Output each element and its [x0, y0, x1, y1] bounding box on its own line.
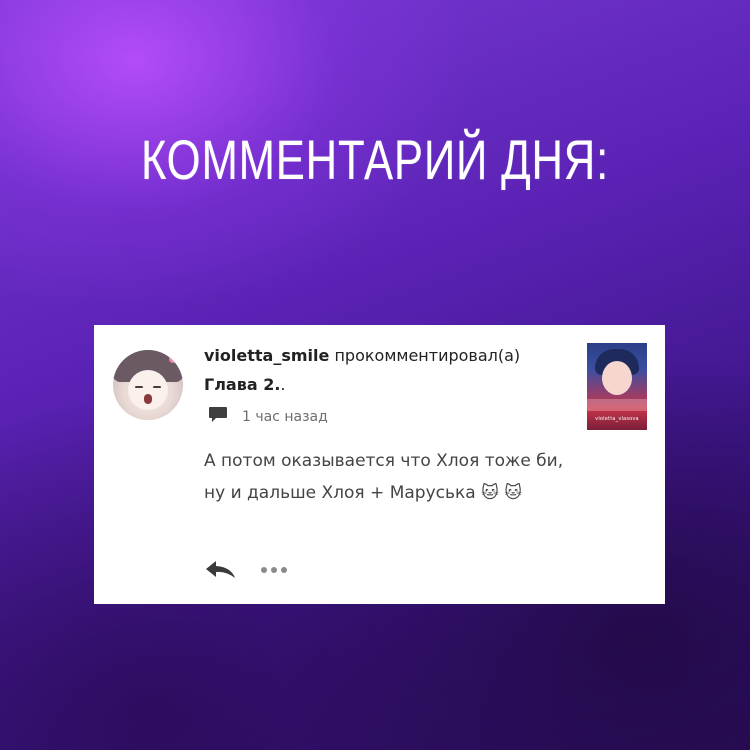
headline: КОММЕНТАРИЙ ДНЯ: [140, 128, 610, 191]
comment-text: А потом оказывается что Хлоя тоже би, ну… [204, 451, 564, 503]
chapter-suffix: . [280, 375, 286, 394]
comment-header: violetta_smile прокомментировал(а) [204, 345, 520, 367]
cover-title-band [587, 399, 647, 411]
cover-caption: violetta_vlasova [595, 416, 639, 422]
comment-actions [204, 559, 290, 581]
chapter-link[interactable]: Глава 2. [204, 375, 280, 394]
username-link[interactable]: violetta_smile [204, 346, 329, 365]
comment-action-text: прокомментировал(а) [334, 346, 521, 365]
comment-time: 1 час назад [242, 409, 328, 425]
avatar-face [128, 370, 168, 410]
chapter-line: Глава 2.. [204, 374, 286, 396]
chapter-cover-image[interactable]: violetta_vlasova [587, 343, 647, 430]
comment-card: violetta_smile прокомментировал(а) Глава… [94, 325, 665, 604]
reply-arrow-icon[interactable] [204, 559, 238, 581]
avatar[interactable] [113, 350, 183, 420]
cover-face [602, 361, 632, 395]
avatar-eye-left [135, 386, 143, 388]
avatar-eye-right [153, 386, 161, 388]
comment-meta: 1 час назад [208, 407, 328, 427]
avatar-mouth [144, 394, 152, 404]
speech-bubble-icon [208, 406, 228, 428]
avatar-flower [169, 355, 177, 363]
more-dots-icon[interactable] [260, 566, 290, 574]
